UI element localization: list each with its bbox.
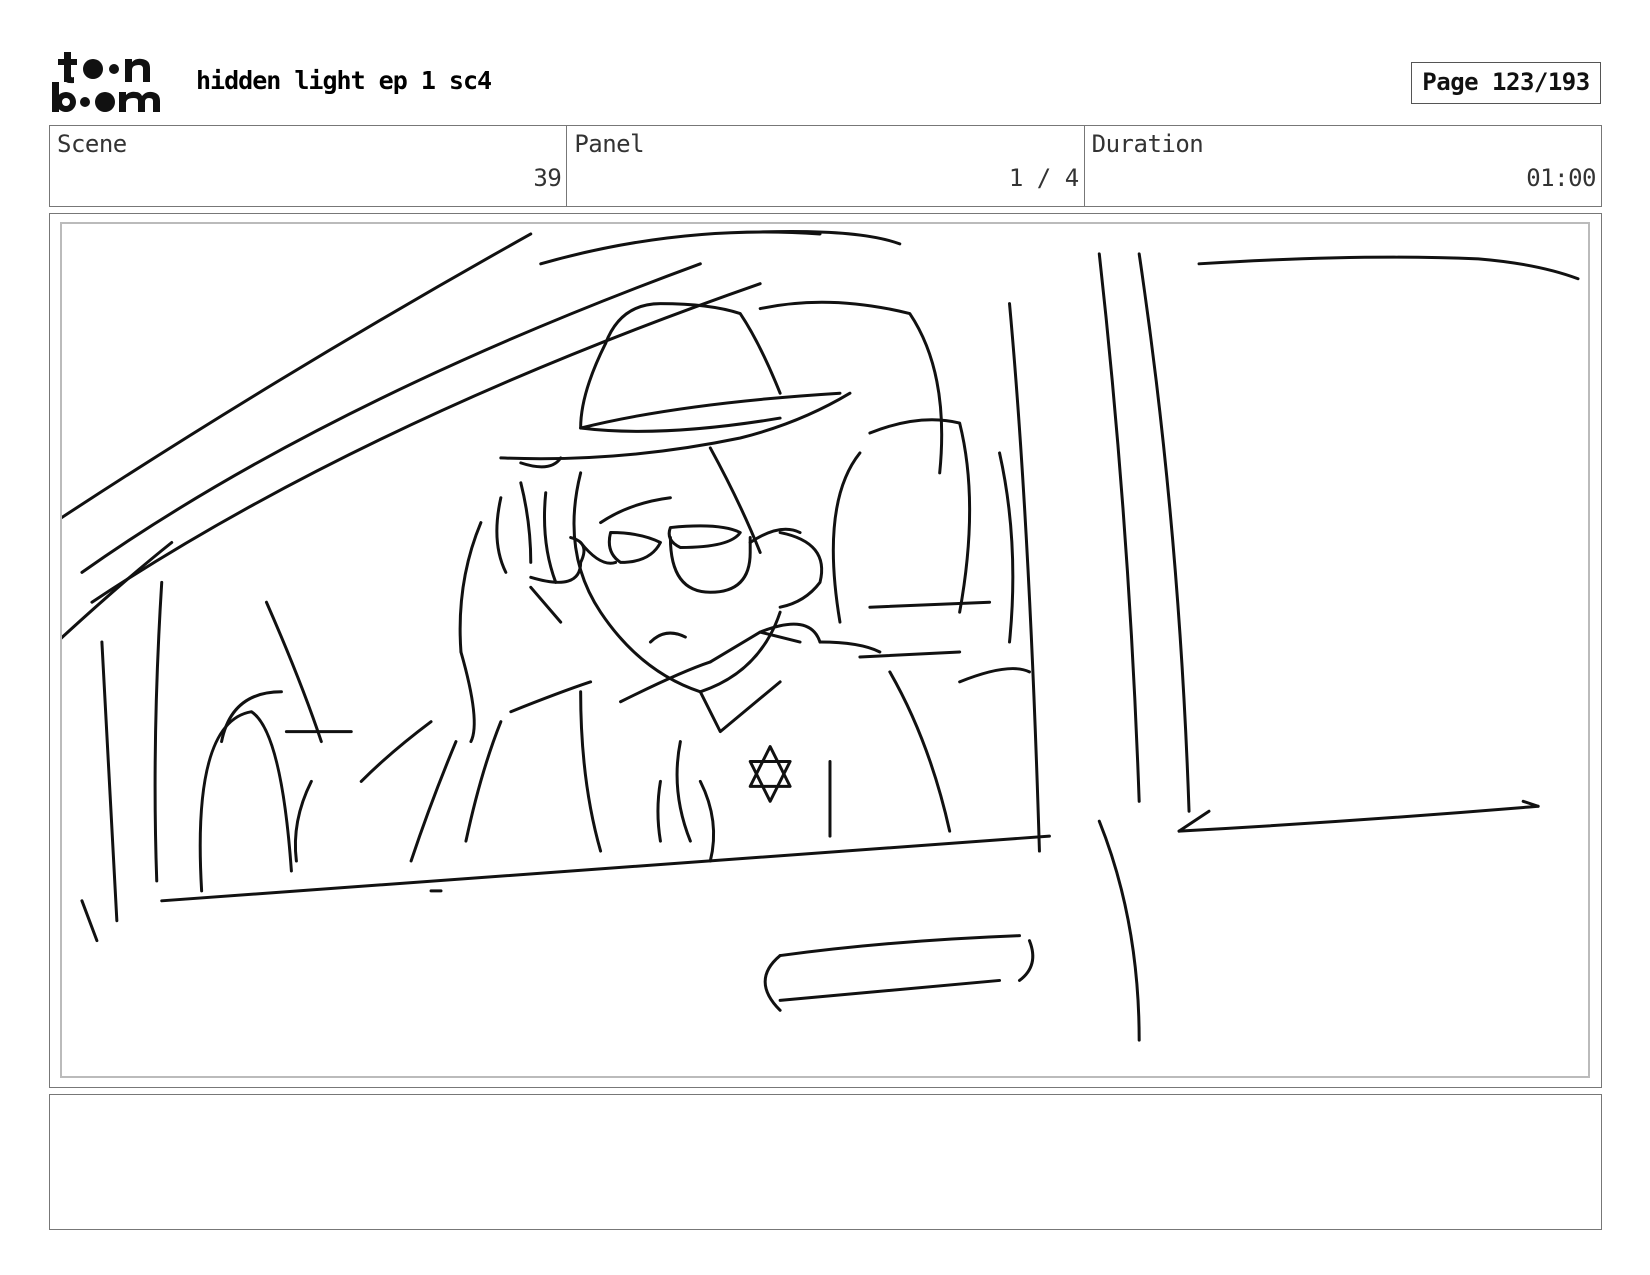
panel-cell: Panel 1 / 4 [567,126,1085,206]
duration-value: 01:00 [1526,164,1596,192]
scene-cell: Scene 39 [50,126,568,206]
board-title: hidden light ep 1 sc4 [196,66,492,95]
scene-label: Scene [57,130,127,158]
panel-info-row: Scene 39 Panel 1 / 4 Duration 01:00 [49,125,1602,207]
sketch-drawing [62,229,1580,1042]
panel-drawing-area [60,222,1590,1078]
storyboard-panel [49,213,1602,1088]
duration-cell: Duration 01:00 [1085,126,1601,206]
panel-label: Panel [574,130,645,158]
panel-value: 1 / 4 [1008,164,1079,192]
toon-boom-logo-icon [50,50,174,116]
scene-value: 39 [533,164,562,192]
page-number: Page 123/193 [1411,62,1601,104]
duration-label: Duration [1091,130,1204,158]
panel-notes-area [49,1094,1602,1230]
